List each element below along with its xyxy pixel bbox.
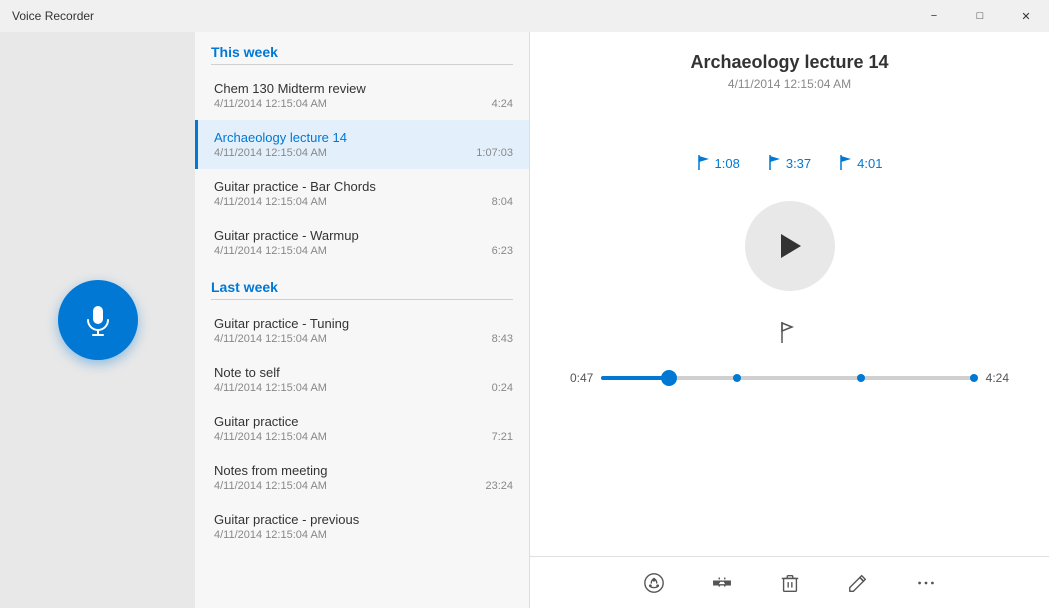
marker-1[interactable]: 1:08	[697, 155, 740, 171]
list-item[interactable]: Guitar practice - Bar Chords 4/11/2014 1…	[195, 169, 529, 218]
add-marker-icon	[778, 321, 802, 345]
player-title: Archaeology lecture 14	[690, 52, 888, 73]
player-date: 4/11/2014 12:15:04 AM	[690, 77, 888, 91]
timeline-marker-1	[733, 374, 741, 382]
share-button[interactable]	[636, 565, 672, 601]
flag-icon	[768, 155, 782, 171]
trim-button[interactable]	[704, 565, 740, 601]
sidebar	[0, 32, 195, 608]
section-divider	[211, 64, 513, 65]
maximize-button[interactable]: □	[957, 0, 1003, 32]
player-panel: Archaeology lecture 14 4/11/2014 12:15:0…	[530, 32, 1049, 608]
title-bar: Voice Recorder − □ ✕	[0, 0, 1049, 32]
section-divider	[211, 299, 513, 300]
flag-icon	[697, 155, 711, 171]
list-item[interactable]: Guitar practice - previous 4/11/2014 12:…	[195, 502, 529, 551]
list-item[interactable]: Guitar practice - Warmup 4/11/2014 12:15…	[195, 218, 529, 267]
more-button[interactable]	[908, 565, 944, 601]
timeline-marker-3	[970, 374, 978, 382]
delete-button[interactable]	[772, 565, 808, 601]
list-item[interactable]: Guitar practice - Tuning 4/11/2014 12:15…	[195, 306, 529, 355]
minimize-button[interactable]: −	[911, 0, 957, 32]
list-item[interactable]: Guitar practice 4/11/2014 12:15:04 AM 7:…	[195, 404, 529, 453]
share-icon	[643, 572, 665, 594]
timeline-progress	[601, 376, 669, 380]
markers-row: 1:08 3:37 4:01	[697, 155, 883, 171]
add-marker-area	[772, 315, 808, 351]
app-title: Voice Recorder	[12, 9, 94, 23]
more-icon	[915, 572, 937, 594]
main-content: This week Chem 130 Midterm review 4/11/2…	[0, 32, 1049, 608]
play-icon	[776, 231, 804, 261]
section-this-week: This week	[195, 32, 529, 71]
add-marker-button[interactable]	[772, 315, 808, 351]
list-item[interactable]: Note to self 4/11/2014 12:15:04 AM 0:24	[195, 355, 529, 404]
list-item-active[interactable]: Archaeology lecture 14 4/11/2014 12:15:0…	[195, 120, 529, 169]
title-bar-controls: − □ ✕	[911, 0, 1049, 32]
timeline-area: 0:47 4:24	[530, 371, 1049, 385]
section-last-week: Last week	[195, 267, 529, 306]
timeline-thumb[interactable]	[661, 370, 677, 386]
recording-list: This week Chem 130 Midterm review 4/11/2…	[195, 32, 530, 608]
current-time: 0:47	[570, 371, 593, 385]
total-time: 4:24	[986, 371, 1009, 385]
timeline-marker-2	[857, 374, 865, 382]
play-area	[745, 201, 835, 291]
marker-3[interactable]: 4:01	[839, 155, 882, 171]
bottom-toolbar	[530, 556, 1049, 608]
delete-icon	[779, 572, 801, 594]
trim-icon	[711, 572, 733, 594]
timeline-track[interactable]	[601, 376, 977, 380]
play-button[interactable]	[745, 201, 835, 291]
player-header: Archaeology lecture 14 4/11/2014 12:15:0…	[690, 32, 888, 95]
record-button[interactable]	[58, 280, 138, 360]
pencil-icon	[847, 572, 869, 594]
list-item[interactable]: Notes from meeting 4/11/2014 12:15:04 AM…	[195, 453, 529, 502]
flag-icon	[839, 155, 853, 171]
close-button[interactable]: ✕	[1003, 0, 1049, 32]
list-item[interactable]: Chem 130 Midterm review 4/11/2014 12:15:…	[195, 71, 529, 120]
marker-2[interactable]: 3:37	[768, 155, 811, 171]
rename-button[interactable]	[840, 565, 876, 601]
mic-icon	[80, 302, 116, 338]
